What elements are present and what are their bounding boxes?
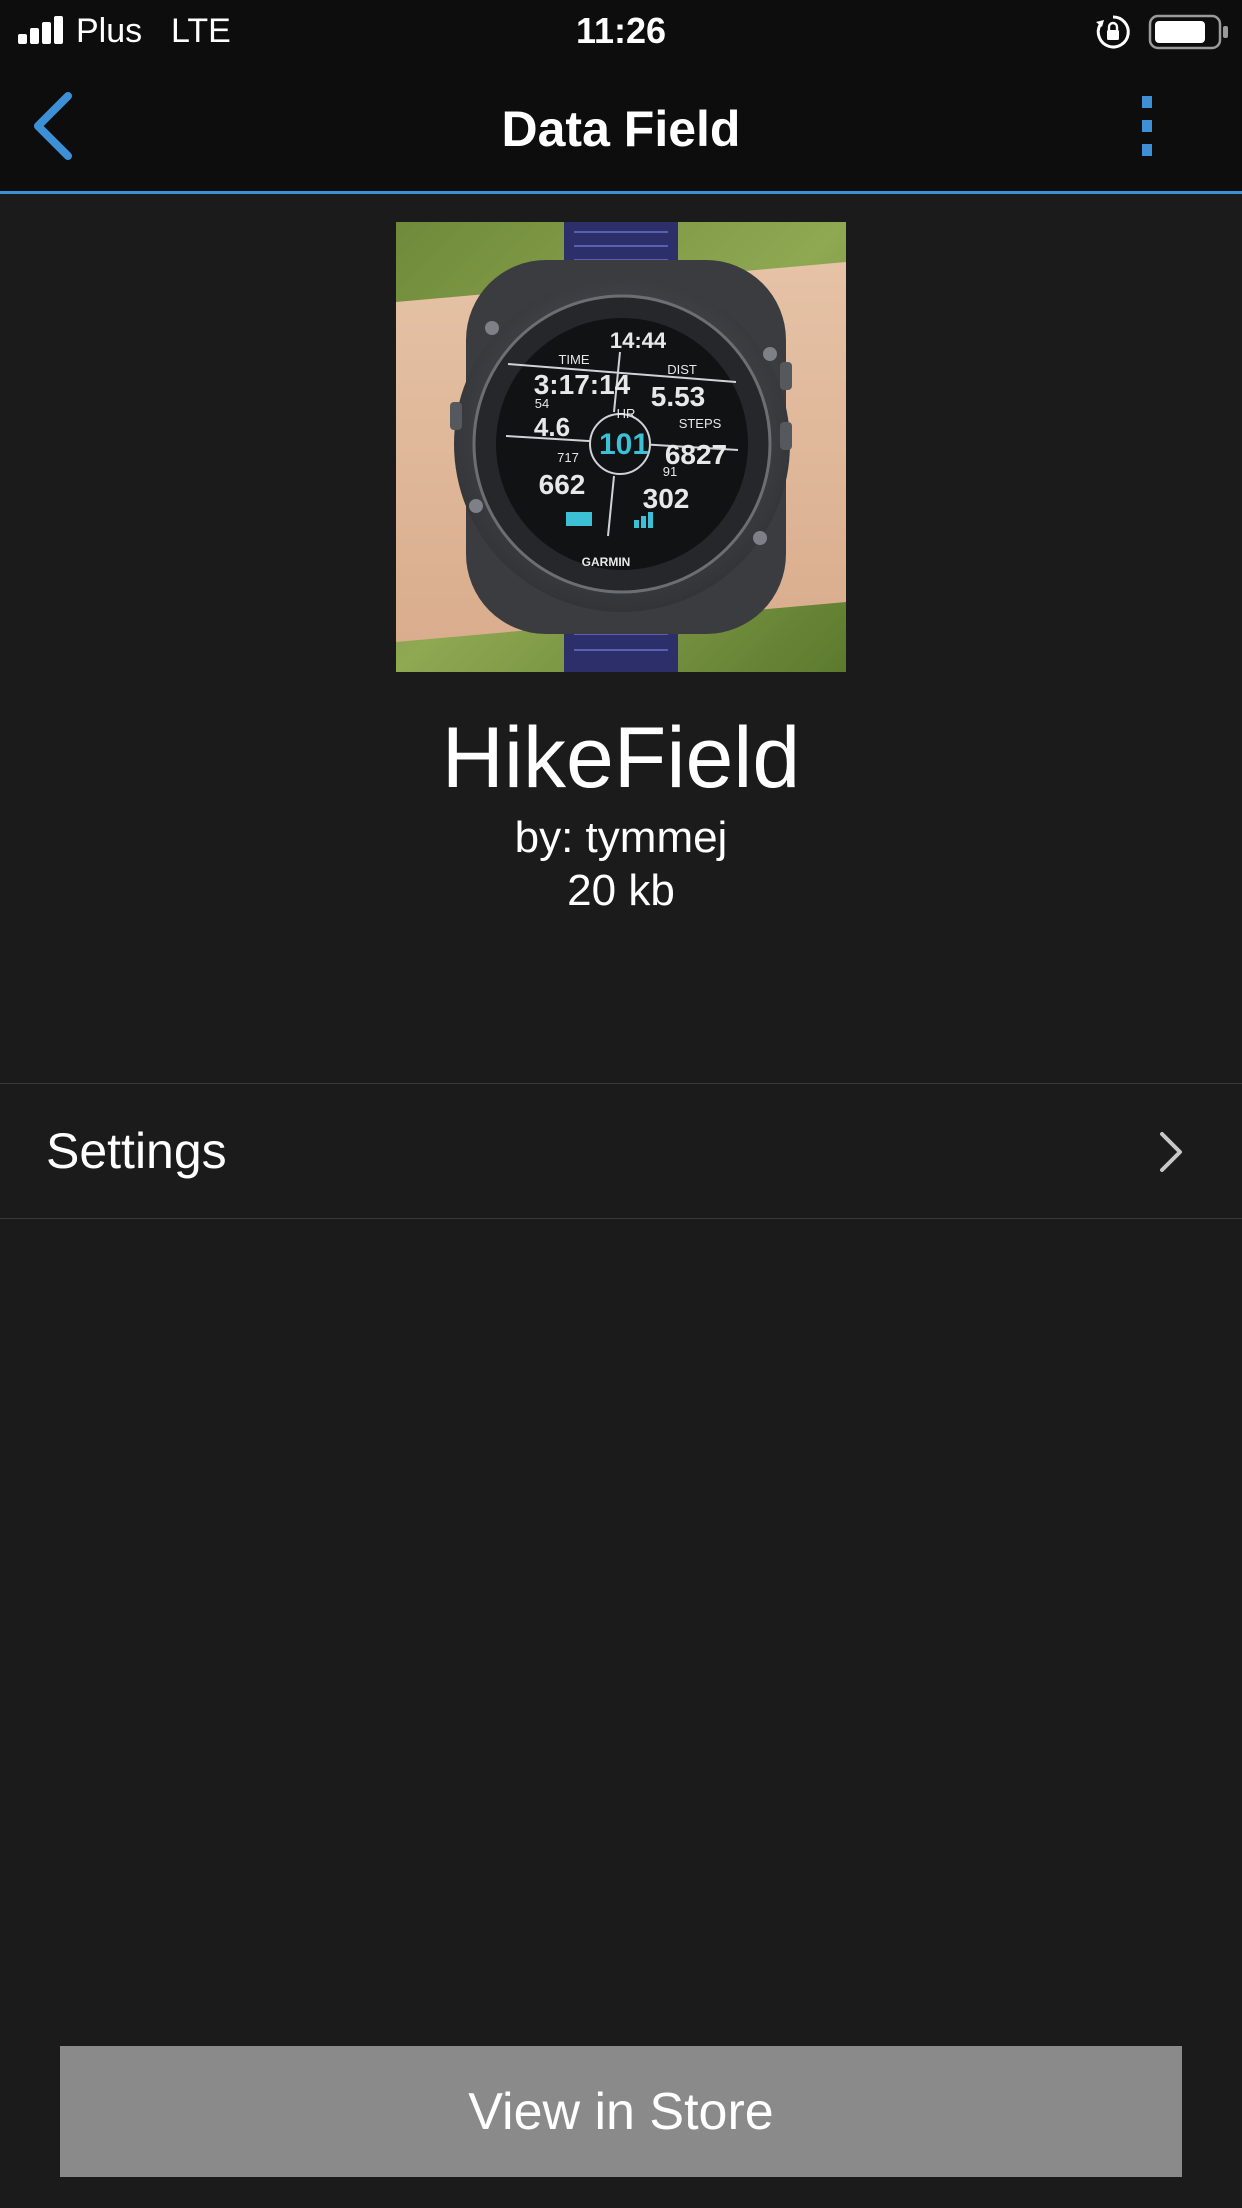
more-options-button[interactable] [1122,86,1172,166]
watch-bottom-left-value: 662 [539,469,586,500]
settings-row[interactable]: Settings [0,1083,1242,1219]
app-preview-image: 14:44 TIME 3:17:14 DIST 5.53 54 4.6 HR 1… [396,222,846,672]
watch-time: 14:44 [610,328,667,353]
watch-time-label: TIME [558,352,589,367]
watch-dist-value: 5.53 [651,381,706,412]
settings-label: Settings [46,1123,227,1179]
watch-brand: GARMIN [582,555,631,569]
watch-left-small: 54 [535,396,549,411]
navigation-bar: Data Field [0,62,1242,194]
watch-bottom-right-small: 91 [663,464,677,479]
watch-steps-label: STEPS [679,416,722,431]
watch-dist-label: DIST [667,362,697,377]
watch-hr-value: 101 [599,428,649,461]
app-name: HikeField [441,710,801,806]
watch-bottom-right-value: 302 [643,483,690,514]
page-title: Data Field [501,101,741,157]
watch-hr-label: HR [617,406,636,421]
orientation-lock-icon [1096,15,1130,49]
battery-icon [1148,14,1228,50]
watch-left-value: 4.6 [534,412,570,442]
status-time: 11:26 [575,10,667,51]
view-in-store-button[interactable]: View in Store [60,2046,1182,2177]
app-size: 20 kb [567,866,675,915]
watch-bottom-left-small: 717 [557,450,579,465]
status-bar: Plus LTE 11:26 [0,0,1242,62]
app-author: by: tymmej [514,813,728,862]
chevron-right-icon [1160,1132,1182,1172]
